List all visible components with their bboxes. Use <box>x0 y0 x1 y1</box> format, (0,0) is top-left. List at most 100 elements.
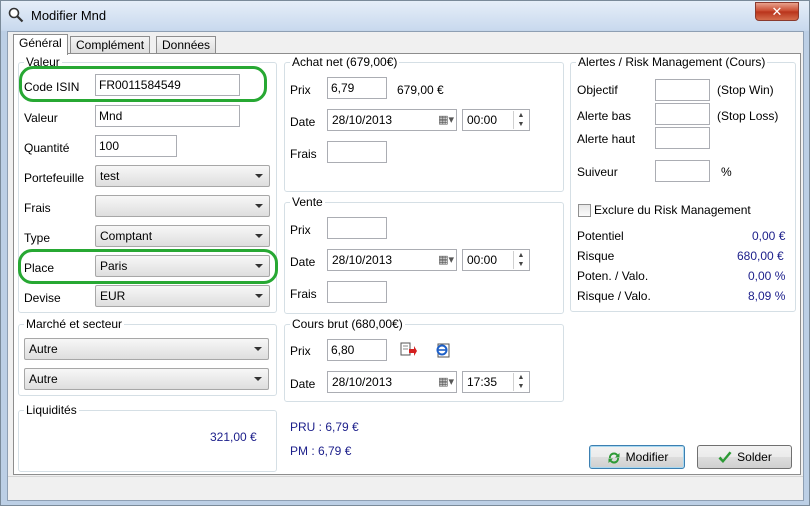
vente-prix-label: Prix <box>290 223 311 237</box>
devise-select[interactable]: EUR <box>95 285 270 307</box>
vente-time-value: 00:00 <box>467 253 498 267</box>
refresh-icon <box>608 452 620 464</box>
risque-valo-value: 8,09 % <box>748 289 786 303</box>
objectif-label: Objectif <box>577 83 618 97</box>
cours-legend: Cours brut (680,00€) <box>290 317 405 331</box>
calendar-dropdown-icon[interactable]: ▦▾ <box>428 374 454 390</box>
chevron-down-icon <box>254 347 262 351</box>
calendar-dropdown-icon[interactable]: ▦▾ <box>428 252 454 268</box>
vente-date-value: 28/10/2013 <box>332 253 393 267</box>
risque-valo-label: Risque / Valo. <box>577 289 651 303</box>
tab-donnees[interactable]: Données <box>156 36 217 54</box>
chevron-down-icon <box>254 377 262 381</box>
type-value: Comptant <box>100 229 153 243</box>
spinner-arrows-icon[interactable]: ▲ ▼ <box>513 111 528 129</box>
suiveur-input[interactable] <box>655 160 710 182</box>
status-strip <box>8 476 803 500</box>
chevron-down-icon <box>255 234 263 238</box>
web-quote-icon[interactable] <box>435 342 451 358</box>
solder-label: Solder <box>737 450 772 464</box>
achat-prix-label: Prix <box>290 83 311 97</box>
marche-select[interactable]: Autre <box>24 338 269 360</box>
vente-frais-label: Frais <box>290 287 317 301</box>
copy-price-icon[interactable] <box>400 342 418 358</box>
vente-date-label: Date <box>290 255 316 269</box>
potentiel-value: 0,00 € <box>752 229 786 243</box>
vente-frais-input[interactable] <box>327 281 387 303</box>
chevron-down-icon <box>255 204 263 208</box>
type-label: Type <box>24 231 51 245</box>
vente-legend: Vente <box>290 195 325 209</box>
liquidites-legend: Liquidités <box>24 403 79 417</box>
achat-date-value: 28/10/2013 <box>332 113 393 127</box>
alerte-haut-label: Alerte haut <box>577 132 636 146</box>
achat-prix-input[interactable]: 6,79 <box>327 77 387 99</box>
alerte-bas-label: Alerte bas <box>577 109 632 123</box>
exclure-label: Exclure du Risk Management <box>594 203 751 217</box>
quantite-label: Quantité <box>24 141 70 155</box>
secteur-value: Autre <box>29 372 58 386</box>
cours-date-value: 28/10/2013 <box>332 375 393 389</box>
achat-frais-input[interactable] <box>327 141 387 163</box>
spinner-arrows-icon[interactable]: ▲ ▼ <box>513 373 528 391</box>
liquidites-value: 321,00 € <box>210 430 257 444</box>
spinner-arrows-icon[interactable]: ▲ ▼ <box>513 251 528 269</box>
vente-date-picker[interactable]: 28/10/2013 ▦▾ <box>327 249 457 271</box>
solder-button[interactable]: Solder <box>697 445 792 469</box>
achat-frais-label: Frais <box>290 147 317 161</box>
alerte-bas-note: (Stop Loss) <box>717 109 779 123</box>
tab-page-general: Valeur Code ISIN FR0011584549 Valeur Mnd… <box>13 53 801 475</box>
vente-time-input[interactable]: 00:00 ▲ ▼ <box>462 249 530 271</box>
cours-prix-input[interactable]: 6,80 <box>327 339 387 361</box>
modifier-button[interactable]: Modifier <box>589 445 685 469</box>
portefeuille-select[interactable]: test <box>95 165 270 187</box>
achat-time-value: 00:00 <box>467 113 498 127</box>
tab-complement[interactable]: Complément <box>70 36 151 54</box>
achat-date-picker[interactable]: 28/10/2013 ▦▾ <box>327 109 457 131</box>
valeur-input[interactable]: Mnd <box>95 105 240 127</box>
devise-value: EUR <box>100 289 126 303</box>
cours-date-label: Date <box>290 377 316 391</box>
devise-label: Devise <box>24 291 61 305</box>
poten-valo-value: 0,00 % <box>748 269 786 283</box>
objectif-input[interactable] <box>655 79 710 101</box>
frais-select[interactable] <box>95 195 270 217</box>
portefeuille-value: test <box>100 169 120 183</box>
marche-value: Autre <box>29 342 58 356</box>
marche-legend: Marché et secteur <box>24 317 125 331</box>
potentiel-label: Potentiel <box>577 229 624 243</box>
achat-time-input[interactable]: 00:00 ▲ ▼ <box>462 109 530 131</box>
secteur-select[interactable]: Autre <box>24 368 269 390</box>
pm-value: PM : 6,79 € <box>290 444 352 458</box>
chevron-down-icon <box>255 294 263 298</box>
close-button[interactable]: ✕ <box>755 2 799 21</box>
achat-date-label: Date <box>290 115 316 129</box>
risque-label: Risque <box>577 249 615 263</box>
tab-general[interactable]: Général <box>13 34 68 55</box>
cours-prix-label: Prix <box>290 344 311 358</box>
checkmark-icon <box>718 451 732 463</box>
magnifier-icon <box>8 7 24 23</box>
vente-prix-input[interactable] <box>327 217 387 239</box>
type-select[interactable]: Comptant <box>95 225 270 247</box>
achat-total: 679,00 € <box>397 83 444 97</box>
poten-valo-label: Poten. / Valo. <box>577 269 649 283</box>
alertes-legend: Alertes / Risk Management (Cours) <box>576 55 768 69</box>
calendar-dropdown-icon[interactable]: ▦▾ <box>428 112 454 128</box>
achat-legend: Achat net (679,00€) <box>290 55 400 69</box>
alerte-haut-input[interactable] <box>655 127 710 149</box>
code-isin-highlight <box>19 66 267 102</box>
cours-time-input[interactable]: 17:35 ▲ ▼ <box>462 371 530 393</box>
risque-value: 680,00 € <box>737 249 784 263</box>
alerte-bas-input[interactable] <box>655 103 710 125</box>
cours-time-value: 17:35 <box>467 375 498 389</box>
cours-date-picker[interactable]: 28/10/2013 ▦▾ <box>327 371 457 393</box>
chevron-down-icon <box>255 174 263 178</box>
pru-value: PRU : 6,79 € <box>290 420 359 434</box>
place-highlight <box>18 249 278 284</box>
quantite-input[interactable]: 100 <box>95 135 177 157</box>
suiveur-unit: % <box>721 165 732 179</box>
frais-label: Frais <box>24 201 51 215</box>
exclure-checkbox[interactable] <box>578 204 591 217</box>
modifier-label: Modifier <box>625 450 669 464</box>
